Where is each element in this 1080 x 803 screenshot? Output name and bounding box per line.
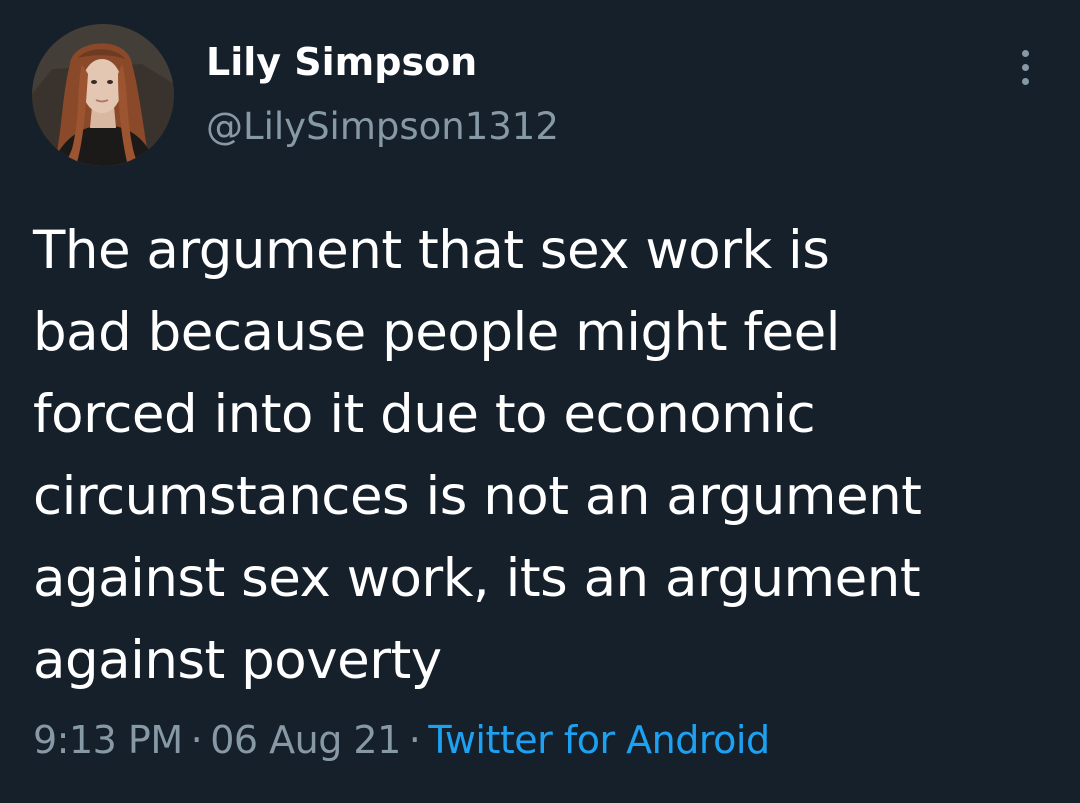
meta-separator: · <box>190 718 203 762</box>
meta-separator: · <box>408 718 421 762</box>
tweet-metadata: 9:13 PM · 06 Aug 21 · Twitter for Android <box>33 718 770 762</box>
avatar[interactable] <box>32 24 174 166</box>
author-display-name[interactable]: Lily Simpson <box>206 40 477 84</box>
more-options-button[interactable] <box>1008 44 1044 90</box>
tweet-date[interactable]: 06 Aug 21 <box>210 718 401 762</box>
avatar-photo <box>32 24 174 166</box>
tweet-container: Lily Simpson @LilySimpson1312 The argume… <box>0 0 1080 803</box>
tweet-time[interactable]: 9:13 PM <box>33 718 183 762</box>
tweet-text: The argument that sex work is bad becaus… <box>33 220 922 691</box>
author-handle[interactable]: @LilySimpson1312 <box>206 105 559 148</box>
tweet-source-link[interactable]: Twitter for Android <box>428 718 770 762</box>
